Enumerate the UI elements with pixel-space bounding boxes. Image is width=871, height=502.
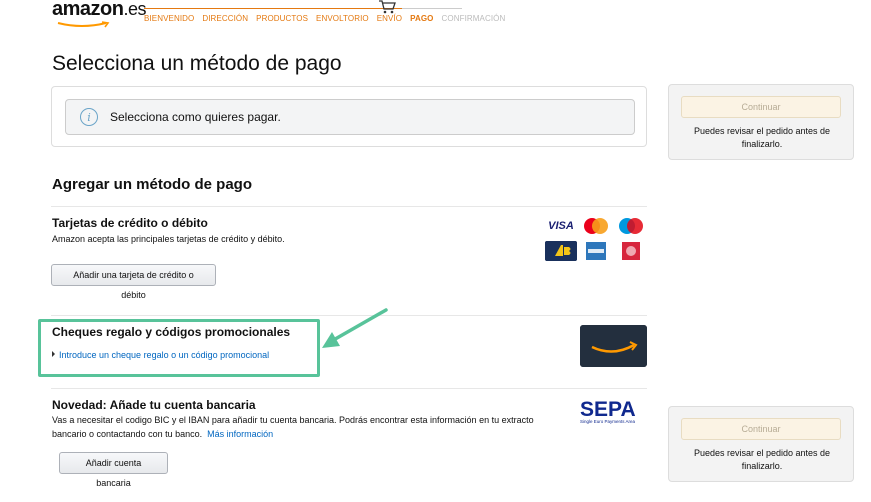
page-title: Selecciona un método de pago — [52, 52, 342, 75]
checkout-header: amazon.es BIENVENIDO DIRECCIÓN PRODUCTOS… — [52, 0, 505, 30]
continue-button-bottom[interactable]: Continuar — [681, 418, 841, 440]
highlight-box — [38, 319, 320, 377]
order-summary-panel-top: Continuar Puedes revisar el pedido antes… — [668, 84, 854, 160]
bank-description-text: Vas a necesitar el codigo BIC y el IBAN … — [52, 415, 534, 439]
logo-text: amazon — [52, 0, 124, 20]
divider — [51, 388, 647, 389]
step-envio: ENVÍO — [376, 14, 403, 23]
review-note-bottom: Puedes revisar el pedido antes de finali… — [693, 448, 831, 471]
amex-logo — [580, 241, 612, 261]
info-icon: i — [80, 108, 98, 126]
more-info-link[interactable]: Más información — [207, 429, 273, 439]
add-payment-heading: Agregar un método de pago — [52, 176, 253, 193]
maestro-logo — [615, 216, 647, 236]
checkout-steps: BIENVENIDO DIRECCIÓN PRODUCTOS ENVOLTORI… — [144, 14, 513, 23]
review-note: Puedes revisar el pedido antes de finali… — [693, 126, 831, 149]
continue-button[interactable]: Continuar — [681, 96, 841, 118]
mastercard-logo — [580, 216, 612, 236]
sepa-logo: SEPA Single Euro Payments Area — [580, 398, 636, 424]
6000-card-logo — [615, 241, 647, 261]
bank-section-title: Novedad: Añade tu cuenta bancaria — [52, 398, 256, 412]
step-bienvenido: BIENVENIDO — [144, 14, 195, 23]
info-alert: i Selecciona como quieres pagar. — [65, 99, 635, 135]
visa-logo: VISA — [545, 216, 577, 236]
info-box: i Selecciona como quieres pagar. — [51, 86, 647, 147]
cards-section-description: Amazon acepta las principales tarjetas d… — [52, 234, 285, 244]
progress-line — [144, 8, 462, 9]
step-envoltorio: ENVOLTORIO — [316, 14, 369, 23]
4b-card-logo — [545, 241, 577, 261]
divider — [51, 206, 647, 207]
cards-section-title: Tarjetas de crédito o débito — [52, 216, 208, 230]
amazon-smile-icon — [57, 21, 110, 28]
order-summary-panel-bottom: Continuar Puedes revisar el pedido antes… — [668, 406, 854, 482]
sepa-logo-subtext: Single Euro Payments Area — [580, 419, 636, 424]
sepa-logo-text: SEPA — [580, 398, 636, 421]
step-direccion: DIRECCIÓN — [202, 14, 249, 23]
arrow-annotation-icon — [322, 308, 388, 348]
step-confirmacion: CONFIRMACIÓN — [441, 14, 506, 23]
logo-suffix: .es — [123, 0, 146, 19]
step-pago: PAGO — [410, 14, 434, 23]
add-bank-account-button[interactable]: Añadir cuenta bancaria — [59, 452, 168, 488]
add-card-button[interactable]: Añadir una tarjeta de crédito o débito — [51, 264, 216, 300]
info-text: Selecciona como quieres pagar. — [110, 110, 281, 124]
bank-section-description: Vas a necesitar el codigo BIC y el IBAN … — [52, 413, 547, 441]
step-productos: PRODUCTOS — [256, 14, 309, 23]
gift-card-image — [580, 325, 647, 367]
amazon-logo[interactable]: amazon.es — [52, 0, 146, 21]
cart-icon — [379, 0, 396, 14]
